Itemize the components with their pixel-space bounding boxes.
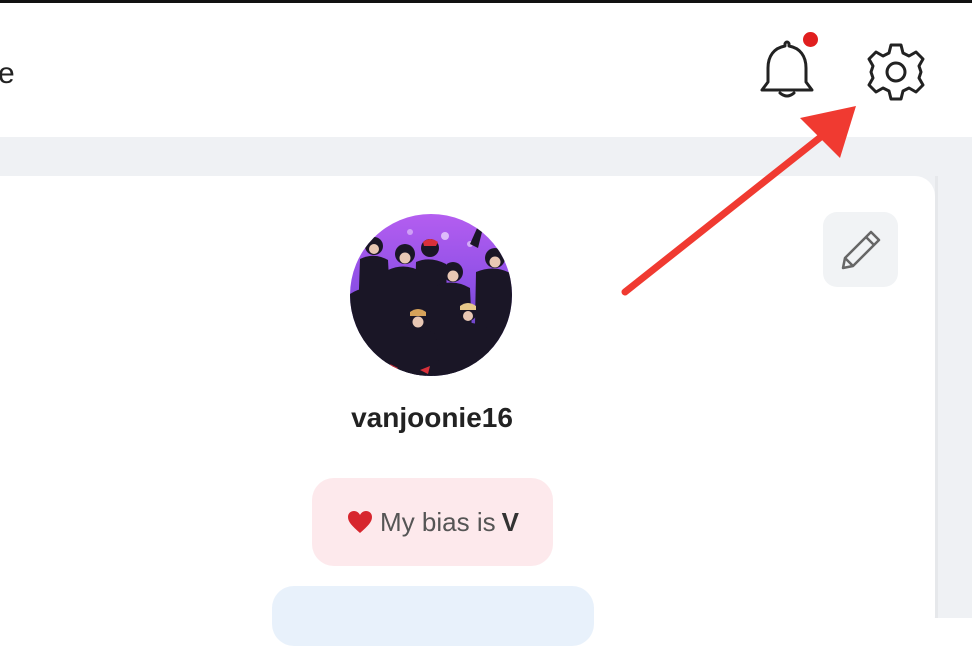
notification-badge: [803, 32, 818, 47]
pencil-icon: [841, 230, 881, 270]
bias-prefix: My bias is: [380, 506, 496, 537]
profile-photo: [350, 214, 512, 376]
settings-button[interactable]: [862, 40, 930, 104]
gear-icon: [867, 43, 925, 101]
bias-badge[interactable]: My bias is V: [312, 478, 553, 566]
app-header: e: [0, 3, 972, 137]
heart-icon: [348, 511, 373, 533]
edit-profile-button[interactable]: [823, 212, 898, 287]
bias-name: V: [501, 506, 519, 537]
secondary-badge[interactable]: [272, 586, 594, 646]
avatar[interactable]: [350, 214, 512, 376]
header-title: e: [0, 57, 15, 90]
username: vanjoonie16: [351, 402, 513, 433]
scroll-edge: [935, 176, 938, 618]
